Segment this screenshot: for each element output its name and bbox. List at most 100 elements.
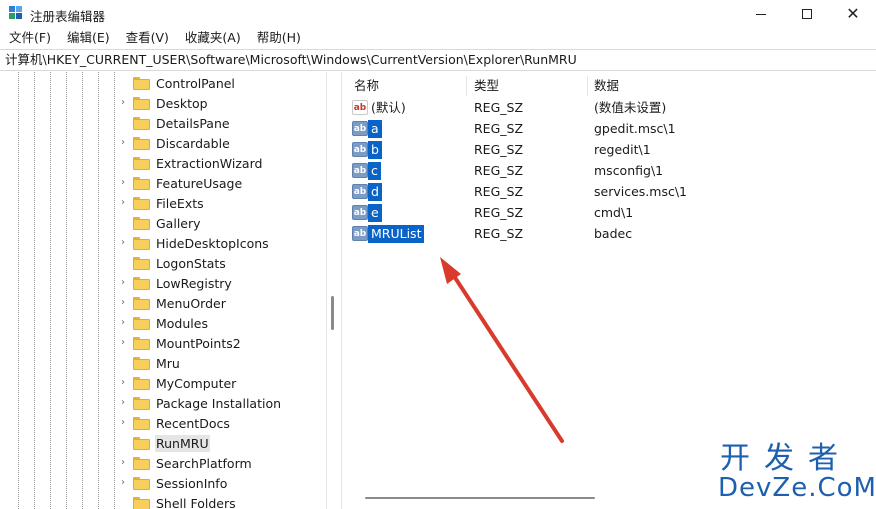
tree-item-label: LogonStats — [156, 256, 226, 271]
tree-item[interactable]: Mru — [0, 353, 326, 373]
chevron-right-icon[interactable]: › — [121, 337, 131, 349]
chevron-right-icon[interactable]: › — [121, 277, 131, 289]
chevron-right-icon[interactable]: › — [121, 177, 131, 189]
tree-item[interactable]: Shell Folders — [0, 493, 326, 509]
watermark-domain: DevZe.CoM — [718, 473, 876, 503]
string-value-icon: ab — [352, 121, 368, 136]
tree-item[interactable]: › SearchPlatform — [0, 453, 326, 473]
column-separator[interactable] — [587, 76, 588, 96]
tree-item[interactable]: › Desktop — [0, 93, 326, 113]
menu-favorites[interactable]: 收藏夹(A) — [180, 28, 246, 48]
string-value-icon: ab — [352, 184, 368, 199]
folder-icon — [133, 197, 150, 210]
tree-item[interactable]: Gallery — [0, 213, 326, 233]
value-data: msconfig\1 — [594, 163, 664, 178]
tree-item[interactable]: › SessionInfo — [0, 473, 326, 493]
maximize-button[interactable] — [784, 0, 830, 28]
chevron-right-icon[interactable]: › — [121, 417, 131, 429]
chevron-right-icon[interactable]: › — [121, 477, 131, 489]
chevron-right-icon[interactable]: › — [121, 377, 131, 389]
key-tree-pane[interactable]: ControlPanel › Desktop DetailsPane › Discarda… — [0, 72, 342, 509]
value-data: gpedit.msc\1 — [594, 121, 676, 136]
value-data: services.msc\1 — [594, 184, 687, 199]
tree-item[interactable]: › MenuOrder — [0, 293, 326, 313]
tree-item[interactable]: ExtractionWizard — [0, 153, 326, 173]
value-name: c — [368, 162, 381, 180]
tree-item-label: Mru — [156, 356, 180, 371]
value-name: (默认) — [371, 100, 406, 115]
tree-item[interactable]: LogonStats — [0, 253, 326, 273]
tree-item[interactable]: RunMRU — [0, 433, 326, 453]
value-row[interactable]: ab a REG_SZ gpedit.msc\1 — [346, 118, 876, 139]
folder-icon — [133, 317, 150, 330]
menu-help[interactable]: 帮助(H) — [252, 28, 306, 48]
chevron-right-icon[interactable]: › — [121, 237, 131, 249]
tree-item[interactable]: DetailsPane — [0, 113, 326, 133]
menu-file[interactable]: 文件(F) — [4, 28, 56, 48]
menu-view[interactable]: 查看(V) — [121, 28, 174, 48]
tree-item-label: Modules — [156, 316, 208, 331]
value-type: REG_SZ — [474, 184, 524, 199]
value-data: badec — [594, 226, 633, 241]
value-row[interactable]: ab c REG_SZ msconfig\1 — [346, 160, 876, 181]
tree-item[interactable]: › Package Installation — [0, 393, 326, 413]
folder-icon — [133, 357, 150, 370]
folder-icon — [133, 217, 150, 230]
chevron-right-icon[interactable]: › — [121, 397, 131, 409]
tree-item[interactable]: › FileExts — [0, 193, 326, 213]
chevron-right-icon[interactable]: › — [121, 137, 131, 149]
value-row[interactable]: ab e REG_SZ cmd\1 — [346, 202, 876, 223]
value-type: REG_SZ — [474, 121, 524, 136]
close-button[interactable]: ✕ — [830, 0, 876, 28]
chevron-right-icon[interactable]: › — [121, 317, 131, 329]
value-data: regedit\1 — [594, 142, 651, 157]
folder-icon — [133, 177, 150, 190]
string-value-icon: ab — [352, 142, 368, 157]
column-header-type[interactable]: 类型 — [474, 75, 499, 97]
tree-item[interactable]: › LowRegistry — [0, 273, 326, 293]
chevron-right-icon[interactable]: › — [121, 97, 131, 109]
chevron-right-icon[interactable]: › — [121, 197, 131, 209]
tree-item-label: Gallery — [156, 216, 201, 231]
tree-item[interactable]: › FeatureUsage — [0, 173, 326, 193]
column-separator[interactable] — [466, 76, 467, 96]
tree-item-label: ExtractionWizard — [156, 156, 263, 171]
value-type: REG_SZ — [474, 142, 524, 157]
tree-item[interactable]: › MountPoints2 — [0, 333, 326, 353]
value-type: REG_SZ — [474, 163, 524, 178]
value-type: REG_SZ — [474, 100, 524, 115]
tree-item-label: ControlPanel — [156, 76, 235, 91]
tree-item-label: Package Installation — [156, 396, 282, 411]
chevron-right-icon[interactable]: › — [121, 457, 131, 469]
value-row[interactable]: ab (默认) REG_SZ (数值未设置) — [346, 97, 876, 118]
folder-icon — [133, 377, 150, 390]
horizontal-scrollbar-thumb[interactable] — [365, 497, 595, 499]
value-row[interactable]: ab b REG_SZ regedit\1 — [346, 139, 876, 160]
tree-item[interactable]: › RecentDocs — [0, 413, 326, 433]
value-row[interactable]: ab d REG_SZ services.msc\1 — [346, 181, 876, 202]
menu-edit[interactable]: 编辑(E) — [62, 28, 115, 48]
column-header-data[interactable]: 数据 — [594, 75, 619, 97]
tree-item[interactable]: › Modules — [0, 313, 326, 333]
value-data: (数值未设置) — [594, 100, 667, 115]
chevron-right-icon[interactable]: › — [121, 297, 131, 309]
tree-item-label: SearchPlatform — [156, 456, 252, 471]
folder-icon — [133, 417, 150, 430]
pane-divider[interactable] — [326, 72, 327, 509]
address-bar[interactable]: 计算机\HKEY_CURRENT_USER\Software\Microsoft… — [0, 49, 876, 71]
value-type: REG_SZ — [474, 226, 524, 241]
tree-item-label: SessionInfo — [156, 476, 228, 491]
maximize-icon — [802, 9, 812, 19]
tree-item[interactable]: › MyComputer — [0, 373, 326, 393]
tree-item[interactable]: ControlPanel — [0, 73, 326, 93]
tree-item-label: MenuOrder — [156, 296, 226, 311]
minimize-button[interactable] — [738, 0, 784, 28]
tree-item[interactable]: › Discardable — [0, 133, 326, 153]
tree-scrollbar-thumb[interactable] — [331, 296, 334, 330]
column-header-name[interactable]: 名称 — [354, 75, 379, 97]
folder-icon — [133, 337, 150, 350]
string-value-icon: ab — [352, 226, 368, 241]
value-data: cmd\1 — [594, 205, 634, 220]
value-row[interactable]: ab MRUList REG_SZ badec — [346, 223, 876, 244]
tree-item[interactable]: › HideDesktopIcons — [0, 233, 326, 253]
